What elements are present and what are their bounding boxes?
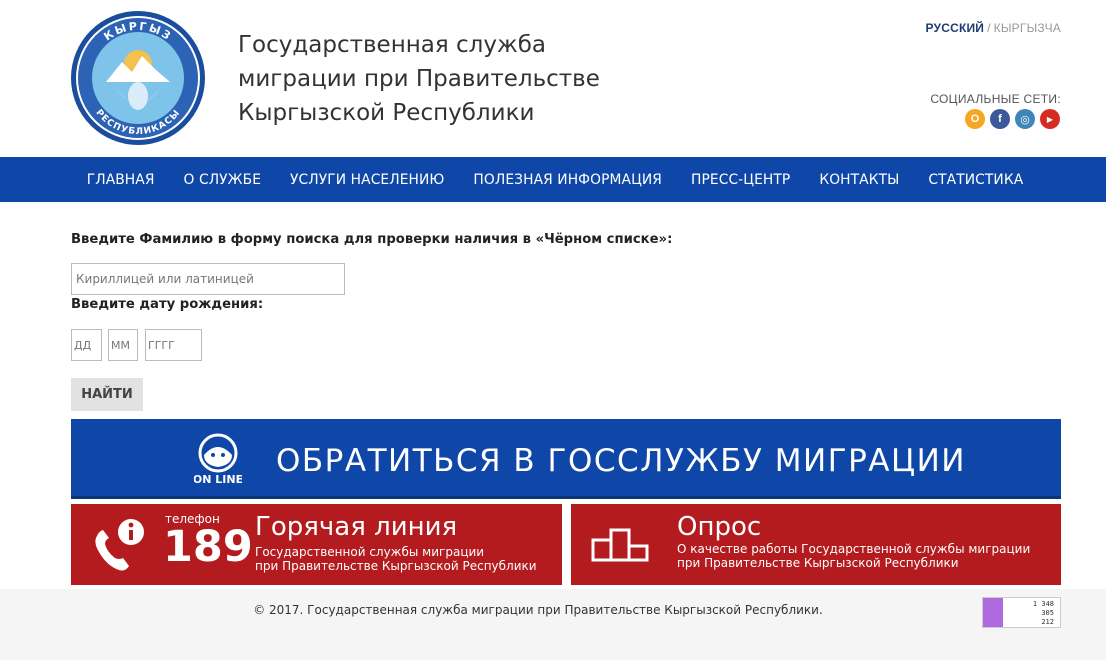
- language-switcher: РУССКИЙ / КЫРГЫЗЧА: [926, 21, 1062, 35]
- state-emblem-icon[interactable]: КЫРГЫЗ РЕСПУБЛИКАСЫ: [70, 10, 206, 146]
- instagram-icon[interactable]: ◎: [1015, 109, 1035, 129]
- hotline-tile[interactable]: телефон 189 Горячая линия Государственно…: [71, 504, 562, 585]
- site-title-line2: миграции при Правительстве: [238, 66, 600, 92]
- hotline-title: Горячая линия: [255, 512, 458, 542]
- main-nav: ГЛАВНАЯ О СЛУЖБЕ УСЛУГИ НАСЕЛЕНИЮ ПОЛЕЗН…: [0, 157, 1106, 202]
- online-support-icon: ON LINE: [194, 433, 242, 486]
- poll-subtitle-line2: при Правительстве Кыргызской Республики: [677, 556, 959, 570]
- lang-russian-link[interactable]: РУССКИЙ: [926, 21, 985, 35]
- site-footer: © 2017. Государственная служба миграции …: [0, 589, 1106, 660]
- phone-info-icon: [95, 519, 144, 571]
- nav-item-contacts[interactable]: КОНТАКТЫ: [819, 172, 899, 188]
- poll-tile[interactable]: Опрос О качестве работы Государственной …: [571, 504, 1061, 585]
- surname-input[interactable]: [71, 263, 345, 295]
- blacklist-search-title: Введите Фамилию в форму поиска для прове…: [71, 232, 673, 247]
- find-button[interactable]: НАЙТИ: [71, 378, 143, 411]
- nav-item-statistics[interactable]: СТАТИСТИКА: [928, 172, 1023, 188]
- dob-year-input[interactable]: [145, 329, 202, 361]
- copyright-text: © 2017. Государственная служба миграции …: [253, 603, 823, 617]
- dob-day-input[interactable]: [71, 329, 102, 361]
- visitor-counter[interactable]: 1 348 305 212: [982, 597, 1061, 628]
- site-title[interactable]: Государственная служба миграции при Прав…: [238, 28, 658, 130]
- poll-title: Опрос: [677, 512, 762, 542]
- lang-separator: /: [987, 21, 991, 35]
- social-icons: О f ◎ ▶: [965, 109, 1060, 129]
- nav-item-home[interactable]: ГЛАВНАЯ: [87, 172, 155, 188]
- facebook-icon[interactable]: f: [990, 109, 1010, 129]
- odnoklassniki-icon[interactable]: О: [965, 109, 985, 129]
- nav-item-about[interactable]: О СЛУЖБЕ: [184, 172, 262, 188]
- counter-visitors: 212: [1041, 618, 1054, 626]
- dob-title: Введите дату рождения:: [71, 297, 264, 312]
- youtube-icon[interactable]: ▶: [1040, 109, 1060, 129]
- lang-kyrgyz-link[interactable]: КЫРГЫЗЧА: [994, 21, 1061, 35]
- site-header: КЫРГЫЗ РЕСПУБЛИКАСЫ Государственная служ…: [0, 0, 1106, 157]
- site-title-line3: Кыргызской Республики: [238, 100, 535, 126]
- nav-item-useful-info[interactable]: ПОЛЕЗНАЯ ИНФОРМАЦИЯ: [473, 172, 662, 188]
- counter-visits: 305: [1041, 609, 1054, 617]
- hotline-subtitle-line2: при Правительстве Кыргызской Республики: [255, 559, 537, 573]
- hotline-subtitle-line1: Государственной службы миграции: [255, 545, 485, 559]
- counter-views: 1 348: [1032, 600, 1054, 608]
- poll-subtitle-line1: О качестве работы Государственной службы…: [677, 542, 1031, 556]
- nav-item-press-center[interactable]: ПРЕСС-ЦЕНТР: [691, 172, 790, 188]
- banner-text: ОБРАТИТЬСЯ В ГОССЛУЖБУ МИГРАЦИИ: [276, 443, 966, 479]
- social-label: СОЦИАЛЬНЫЕ СЕТИ:: [930, 92, 1061, 106]
- poll-subtitle: О качестве работы Государственной службы…: [677, 542, 1030, 570]
- podium-icon: [591, 528, 649, 562]
- hotline-subtitle: Государственной службы миграции при Прав…: [255, 545, 537, 573]
- online-appeal-banner[interactable]: ON LINE ОБРАТИТЬСЯ В ГОССЛУЖБУ МИГРАЦИИ: [71, 419, 1061, 499]
- dob-month-input[interactable]: [108, 329, 138, 361]
- online-label: ON LINE: [194, 473, 242, 486]
- nav-item-services[interactable]: УСЛУГИ НАСЕЛЕНИЮ: [290, 172, 444, 188]
- counter-values: 1 348 305 212: [1033, 600, 1054, 627]
- phone-number: 189: [163, 522, 253, 572]
- site-title-line1: Государственная служба: [238, 32, 546, 58]
- counter-logo-icon: [983, 598, 1003, 627]
